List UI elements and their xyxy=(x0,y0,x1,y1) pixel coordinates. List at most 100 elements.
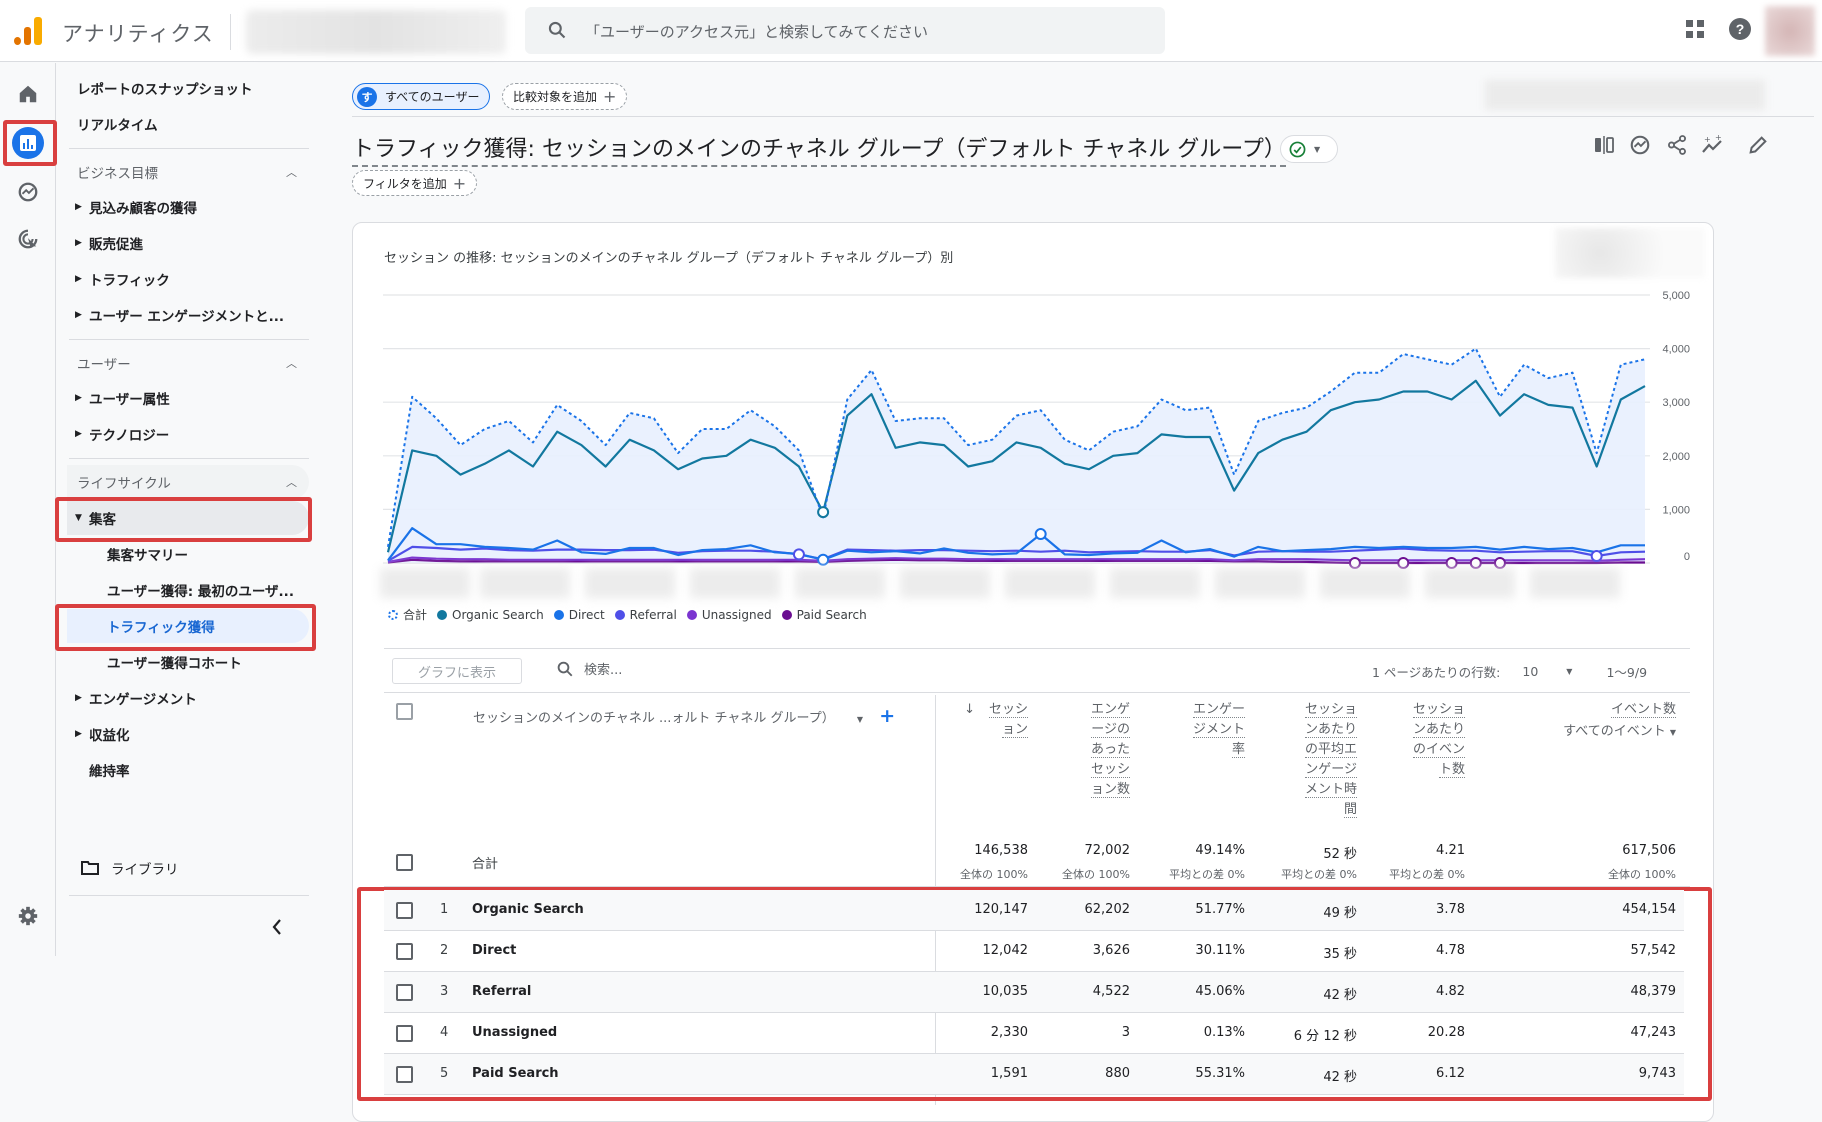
sort-arrow-down-icon[interactable]: ↓ xyxy=(964,702,975,717)
dimension-column-header[interactable]: セッションのメインのチャネル ...ォルト チャネル グループ） ▼ + xyxy=(473,705,895,727)
row-rank: 2 xyxy=(440,943,449,958)
row-metric-value: 57,542 xyxy=(1630,943,1677,958)
legend-item-referral[interactable]: Referral xyxy=(614,606,677,623)
help-icon[interactable]: ? xyxy=(1728,17,1752,41)
nav-item-user-acquisition-cohort[interactable]: ユーザー獲得コホート xyxy=(67,645,309,679)
row-channel-name[interactable]: Paid Search xyxy=(472,1066,559,1081)
add-comparison-button[interactable]: 比較対象を追加 + xyxy=(502,83,628,110)
x-axis-label xyxy=(1005,568,1095,598)
nav-item-realtime[interactable]: リアルタイム xyxy=(67,107,309,141)
nav-section-lifecycle[interactable]: ライフサイクル ︿ xyxy=(67,465,309,499)
svg-text:?: ? xyxy=(1736,21,1745,37)
nav-item-sales[interactable]: ▶ 販売促進 xyxy=(67,226,309,260)
row-checkbox[interactable] xyxy=(396,1025,413,1042)
top-app-bar: アナリティクス 「ユーザーのアクセス元」と検索してみてください ? xyxy=(0,0,1822,62)
table-search-input[interactable]: 検索... xyxy=(556,659,622,678)
nav-item-user-acquisition[interactable]: ユーザー獲得: 最初のユーザ... xyxy=(67,573,309,607)
gear-icon xyxy=(18,906,38,926)
nav-item-engagement[interactable]: ▶ エンゲージメント xyxy=(67,681,309,715)
segment-chip-all-users[interactable]: す すべてのユーザー xyxy=(352,83,491,110)
chart-legend: 合計 Organic Search Direct Referral Unassi… xyxy=(388,606,867,623)
rail-reports[interactable] xyxy=(12,127,44,159)
column-header-avg-engagement-time[interactable]: セッショ ンあたり の平均エ ンゲージ メント時間 xyxy=(1270,700,1357,820)
nav-item-monetization[interactable]: ▶ 収益化 xyxy=(67,717,309,751)
apps-grid-icon[interactable] xyxy=(1684,18,1706,40)
table-row[interactable]: 1 Organic Search 120,147 62,202 51.77% 49 秒 3.… xyxy=(384,890,1684,931)
table-row[interactable]: 2 Direct 12,042 3,626 30.11% 35 秒 4.78 57,542 xyxy=(384,931,1684,972)
insights-icon[interactable] xyxy=(1629,134,1651,156)
legend-item-direct[interactable]: Direct xyxy=(553,606,605,623)
nav-item-user-engagement[interactable]: ▶ ユーザー エンゲージメントと... xyxy=(67,298,309,332)
row-channel-name[interactable]: Direct xyxy=(472,943,516,958)
add-filter-button[interactable]: フィルタを追加 + xyxy=(352,170,478,196)
account-selector[interactable] xyxy=(246,10,506,54)
row-channel-name[interactable]: Referral xyxy=(472,984,531,999)
share-icon[interactable] xyxy=(1666,134,1688,156)
chart-type-controls[interactable] xyxy=(1555,228,1705,278)
date-range-selector[interactable] xyxy=(1485,80,1765,110)
totals-subtext: 全体の 100% xyxy=(1608,868,1676,881)
legend-dot-icon xyxy=(686,609,697,620)
row-checkbox[interactable] xyxy=(396,902,413,919)
nav-item-leads[interactable]: ▶ 見込み顧客の獲得 xyxy=(67,190,309,224)
nav-section-user[interactable]: ユーザー ︿ xyxy=(67,346,309,380)
rail-advertising[interactable] xyxy=(12,223,44,255)
anomaly-sparkle-icon[interactable]: + + xyxy=(1701,134,1725,156)
nav-item-traffic[interactable]: ▶ トラフィック xyxy=(67,262,309,296)
row-channel-name[interactable]: Unassigned xyxy=(472,1025,557,1040)
chevron-up-icon: ︿ xyxy=(286,166,297,179)
column-header-event-count[interactable]: イベント数 すべてのイベント ▼ xyxy=(1500,700,1676,743)
legend-item-unassigned[interactable]: Unassigned xyxy=(686,606,772,623)
edit-pencil-icon[interactable] xyxy=(1747,134,1769,156)
nav-item-demographics[interactable]: ▶ ユーザー属性 xyxy=(67,381,309,415)
analytics-logo-icon[interactable] xyxy=(14,17,44,45)
search-input[interactable]: 「ユーザーのアクセス元」と検索してみてください xyxy=(525,7,1165,54)
column-header-engaged-sessions[interactable]: エンゲ ージの あった セッシ ョン数 xyxy=(1060,700,1130,800)
rail-explore[interactable] xyxy=(12,176,44,208)
table-row[interactable]: 4 Unassigned 2,330 3 0.13% 6 分 12 秒 20.28 47,24… xyxy=(384,1013,1684,1054)
nav-item-traffic-acquisition[interactable]: トラフィック獲得 xyxy=(67,609,309,643)
report-status-button[interactable]: ▼ xyxy=(1280,135,1338,163)
plot-rows-button[interactable]: グラフに表示 xyxy=(392,658,522,684)
legend-item-paid-search[interactable]: Paid Search xyxy=(781,606,867,623)
add-dimension-plus-icon[interactable]: + xyxy=(879,705,895,727)
x-axis-label xyxy=(900,568,990,598)
nav-item-library[interactable]: ライブラリ xyxy=(67,851,309,885)
row-checkbox[interactable] xyxy=(396,984,413,1001)
table-row[interactable]: 5 Paid Search 1,591 880 55.31% 42 秒 6.12 9,743 xyxy=(384,1054,1684,1095)
search-placeholder: 「ユーザーのアクセス元」と検索してみてください xyxy=(585,23,929,41)
legend-item-total[interactable]: 合計 xyxy=(388,606,427,623)
column-header-engagement-rate[interactable]: エンゲー ジメント率 xyxy=(1160,700,1245,760)
nav-item-acquisition-overview[interactable]: 集客サマリー xyxy=(67,537,309,571)
event-filter-select[interactable]: すべてのイベント xyxy=(1563,724,1666,739)
caret-right-icon: ▶ xyxy=(75,393,82,403)
nav-item-snapshot[interactable]: レポートのスナップショット xyxy=(67,71,309,105)
rail-admin[interactable] xyxy=(12,900,44,932)
table-row[interactable]: 3 Referral 10,035 4,522 45.06% 42 秒 4.82 48,379 xyxy=(384,972,1684,1013)
nav-item-acquisition[interactable]: ▼ 集客 xyxy=(67,501,309,535)
legend-item-organic-search[interactable]: Organic Search xyxy=(437,606,544,623)
target-cursor-icon xyxy=(18,229,38,249)
nav-item-retention[interactable]: 維持率 xyxy=(67,753,309,787)
rows-per-page-select[interactable]: 10 ▼ xyxy=(1522,664,1572,679)
avatar[interactable] xyxy=(1765,6,1815,56)
column-header-text: ージの xyxy=(1091,722,1130,738)
page-title[interactable]: トラフィック獲得: セッションのメインのチャネル グループ（デフォルト チャネル… xyxy=(352,131,1286,167)
header-divider xyxy=(352,116,1814,117)
compare-columns-icon[interactable] xyxy=(1593,134,1615,156)
column-header-events-per-session[interactable]: セッショ ンあたり のイベン ト数 xyxy=(1385,700,1465,780)
add-comparison-label: 比較対象を追加 xyxy=(513,90,598,104)
nav-section-business-objectives[interactable]: ビジネス目標 ︿ xyxy=(67,155,309,189)
nav-item-tech[interactable]: ▶ テクノロジー xyxy=(67,417,309,451)
column-header-sessions[interactable]: ↓ セッシ ョン xyxy=(948,700,1028,740)
nav-item-label: 販売促進 xyxy=(89,237,143,253)
collapse-chevron-left-icon[interactable] xyxy=(271,918,283,936)
select-all-checkbox[interactable] xyxy=(396,703,413,720)
caret-down-icon[interactable]: ▼ xyxy=(857,715,863,724)
row-checkbox[interactable] xyxy=(396,943,413,960)
row-channel-name[interactable]: Organic Search xyxy=(472,902,584,917)
totals-checkbox[interactable] xyxy=(396,854,413,871)
rail-home[interactable] xyxy=(12,78,44,110)
row-checkbox[interactable] xyxy=(396,1066,413,1083)
x-axis-label xyxy=(1425,568,1515,598)
